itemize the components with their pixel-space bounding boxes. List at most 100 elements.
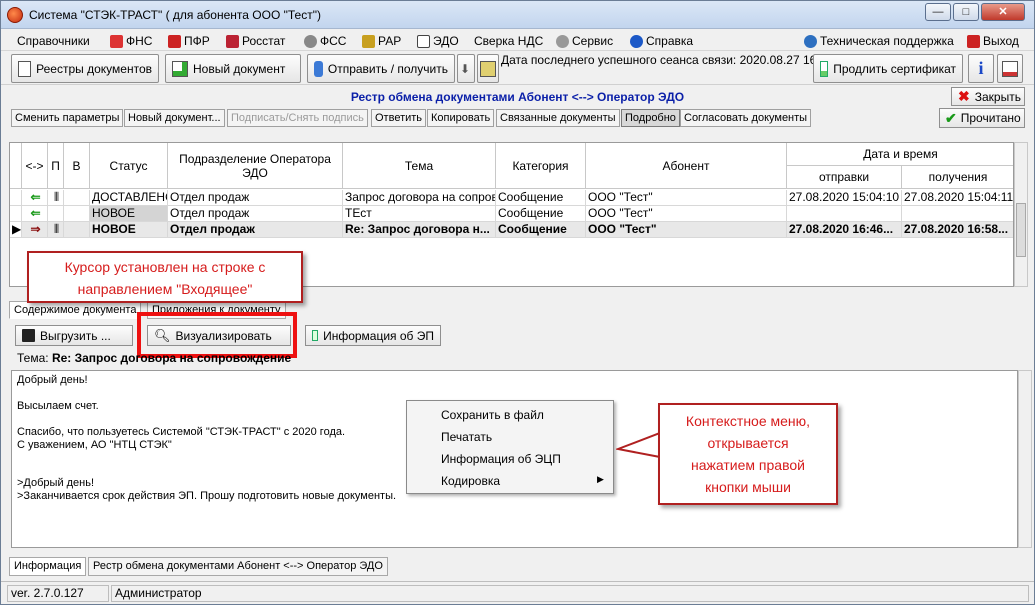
table-scrollbar[interactable]	[1014, 142, 1028, 287]
reply-button[interactable]: Ответить	[371, 109, 427, 127]
row-pointer-icon: ▶	[10, 222, 22, 238]
approve-docs-button[interactable]: Согласовать документы	[680, 109, 812, 127]
menu-label: ФСС	[320, 34, 347, 48]
button-label: Реестры документов	[36, 61, 152, 76]
subject-label: Тема:	[17, 351, 49, 365]
tab-content[interactable]: Содержимое документа	[9, 301, 142, 319]
minimize-button[interactable]: —	[925, 3, 951, 21]
registry-title: Рестр обмена документами Абонент <--> Оп…	[350, 90, 685, 104]
scroll-thumb[interactable]	[1016, 203, 1026, 257]
subject-line: Тема: Re: Запрос договора на сопровожден…	[17, 351, 291, 365]
menu-edo[interactable]: ЭДО	[417, 33, 459, 49]
cell-v	[64, 222, 90, 238]
status-bar: ver. 2.7.0.127 Администратор	[1, 581, 1034, 604]
related-docs-button[interactable]: Связанные документы	[496, 109, 620, 127]
edo-icon	[417, 34, 430, 48]
fss-icon	[304, 34, 317, 48]
col-v[interactable]: В	[64, 143, 90, 189]
info-icon: i	[978, 58, 984, 78]
button-label: Продлить сертификат	[833, 61, 956, 76]
ctx-save-to-file[interactable]: Сохранить в файл	[441, 408, 544, 422]
download-arrow-button[interactable]: ⬇	[457, 54, 475, 83]
close-window-button[interactable]: ✕	[981, 3, 1025, 21]
list-icon	[18, 60, 32, 77]
body-line: С уважением, АО "НТЦ СТЭК"	[17, 439, 172, 451]
menu-label: Справка	[646, 34, 694, 48]
ctx-signature-info[interactable]: Информация об ЭЦП	[441, 452, 561, 466]
col-direction[interactable]: <->	[22, 143, 48, 189]
menu-bar: Справочники ФНС ПФР Росстат ФСС РАР ЭДО …	[1, 30, 1034, 51]
menu-rar[interactable]: РАР	[362, 33, 401, 49]
close-registry-button[interactable]: ✖ Закрыть	[951, 87, 1025, 106]
tab-information[interactable]: Информация	[9, 557, 87, 576]
pdf-button[interactable]	[997, 54, 1023, 83]
ctx-print[interactable]: Печатать	[441, 430, 492, 444]
rosstat-icon	[226, 34, 239, 48]
menu-service[interactable]: Сервис	[556, 33, 613, 49]
menu-fss[interactable]: ФСС	[304, 33, 346, 49]
new-document-button[interactable]: Новый документ	[165, 54, 301, 83]
annotation-line: открывается	[707, 435, 789, 451]
archive-icon	[480, 60, 496, 77]
menu-fns[interactable]: ФНС	[110, 33, 152, 49]
last-session-date: Дата последнего успешного сеанса связи: …	[501, 53, 834, 67]
col-category[interactable]: Категория	[496, 143, 586, 189]
version-label: ver. 2.7.0.127	[7, 585, 109, 602]
archive-button[interactable]	[477, 54, 499, 83]
body-line: >Заканчивается срок действия ЭП. Прошу п…	[17, 490, 397, 502]
mark-read-button[interactable]: ✔ Прочитано	[939, 108, 1025, 128]
cell-subscriber: ООО "Тест"	[586, 222, 787, 238]
menu-rosstat[interactable]: Росстат	[226, 33, 285, 49]
cell-v	[64, 206, 90, 222]
checkmark-icon: ✔	[945, 109, 957, 126]
col-status[interactable]: Статус	[90, 143, 168, 189]
cell-subject: ТЕст	[343, 206, 496, 222]
menu-pfr[interactable]: ПФР	[168, 33, 210, 49]
cell-v	[64, 190, 90, 206]
exit-icon	[967, 34, 980, 48]
col-subject[interactable]: Тема	[343, 143, 496, 189]
annotation-line: Курсор установлен на строке с	[64, 259, 266, 275]
help-icon	[630, 34, 643, 48]
globe-icon	[804, 34, 817, 48]
tab-registry[interactable]: Рестр обмена документами Абонент <--> Оп…	[88, 557, 388, 576]
col-attachment[interactable]: П	[48, 143, 64, 189]
button-label: Закрыть	[974, 89, 1021, 104]
menu-label: ЭДО	[433, 34, 459, 48]
menu-vat-reconciliation[interactable]: Сверка НДС	[474, 33, 543, 49]
menu-tech-support[interactable]: Техническая поддержка	[804, 33, 954, 49]
cell-department: Отдел продаж	[168, 206, 343, 222]
certificate-icon	[820, 60, 829, 77]
extend-certificate-button[interactable]: Продлить сертификат	[813, 54, 963, 83]
copy-button[interactable]: Копировать	[427, 109, 495, 127]
info-button[interactable]: i	[968, 54, 994, 83]
new-document-icon	[172, 60, 188, 77]
signature-info-button[interactable]: Информация об ЭП	[305, 325, 441, 346]
change-params-button[interactable]: Сменить параметры	[11, 109, 124, 127]
app-logo-icon	[7, 7, 23, 23]
menu-directories[interactable]: Справочники	[17, 33, 90, 49]
maximize-button[interactable]: □	[953, 3, 979, 21]
button-label: Информация об ЭП	[323, 328, 434, 343]
incoming-arrow-icon: ⇒	[22, 222, 48, 238]
sign-button[interactable]: Подписать/Снять подпись	[227, 109, 368, 127]
col-received[interactable]: получения	[902, 166, 1013, 189]
ctx-encoding[interactable]: Кодировка	[441, 474, 500, 488]
col-sent[interactable]: отправки	[787, 166, 902, 189]
body-scrollbar[interactable]	[1018, 370, 1032, 548]
attachment-icon: ⫴	[48, 190, 64, 206]
send-receive-button[interactable]: Отправить / получить	[307, 54, 455, 83]
menu-exit[interactable]: Выход	[967, 33, 1019, 49]
export-button[interactable]: Выгрузить ...	[15, 325, 133, 346]
new-doc-action-button[interactable]: Новый документ...	[124, 109, 225, 127]
details-button[interactable]: Подробно	[621, 109, 680, 127]
col-subscriber[interactable]: Абонент	[586, 143, 787, 189]
registers-button[interactable]: Реестры документов	[11, 54, 159, 83]
annotation-line: направлением "Входящее"	[77, 281, 253, 297]
cell-status: НОВОЕ	[90, 206, 168, 222]
menu-help[interactable]: Справка	[630, 33, 693, 49]
col-department[interactable]: Подразделение Оператора ЭДО	[168, 143, 343, 189]
main-window: Система "СТЭК-ТРАСТ" ( для абонента ООО …	[0, 0, 1035, 605]
title-bar: Система "СТЭК-ТРАСТ" ( для абонента ООО …	[1, 1, 1034, 29]
arrow-down-icon: ⬇	[460, 61, 471, 76]
